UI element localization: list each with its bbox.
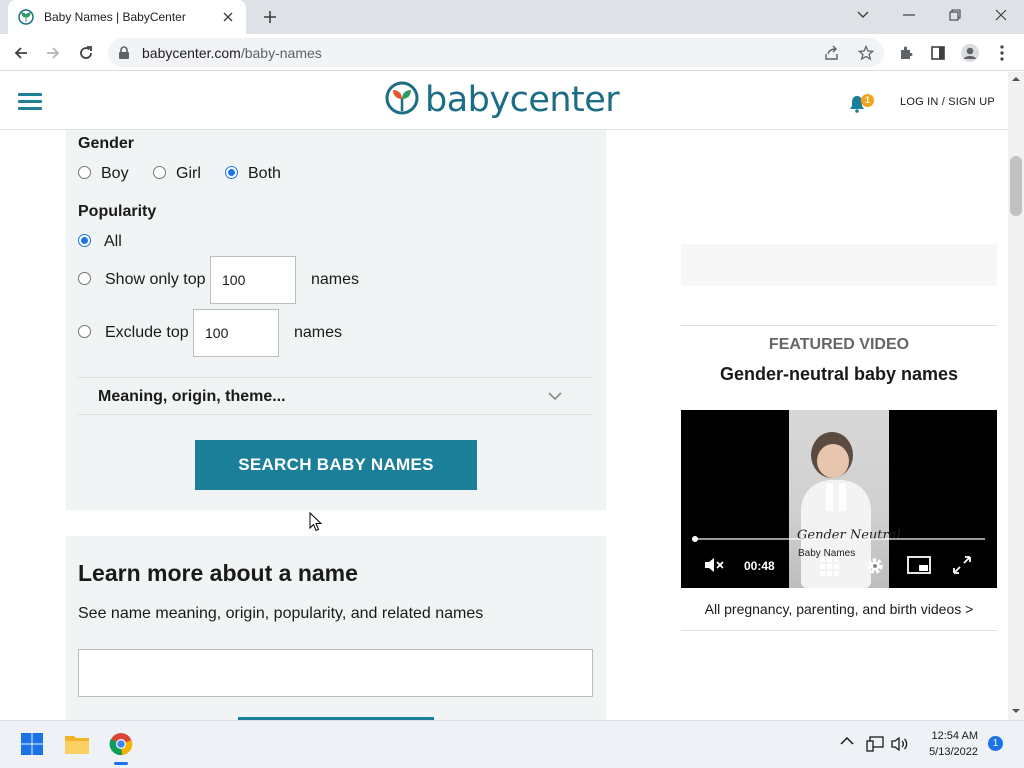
windows-start-icon[interactable] bbox=[18, 730, 46, 758]
hamburger-menu-icon[interactable] bbox=[18, 93, 42, 111]
meaning-origin-theme-label: Meaning, origin, theme... bbox=[98, 388, 286, 405]
gender-boy-radio[interactable] bbox=[78, 166, 91, 179]
chrome-icon[interactable] bbox=[107, 730, 135, 758]
minimize-icon[interactable] bbox=[886, 0, 932, 30]
browser-tab[interactable]: Baby Names | BabyCenter bbox=[8, 0, 246, 34]
show-top-names-suffix: names bbox=[311, 271, 360, 288]
browser-toolbar: babycenter.com/baby-names bbox=[0, 34, 1024, 71]
featured-video-label: FEATURED VIDEO bbox=[768, 336, 910, 353]
tab-title: Baby Names | BabyCenter bbox=[44, 10, 186, 24]
back-arrow-icon[interactable] bbox=[8, 40, 34, 66]
chrome-active-indicator bbox=[114, 762, 128, 765]
mute-icon[interactable] bbox=[703, 556, 725, 574]
lock-icon[interactable] bbox=[118, 45, 132, 60]
babycenter-logo[interactable]: babycenter bbox=[385, 80, 620, 120]
grid-icon[interactable] bbox=[819, 556, 839, 576]
chevron-down-icon bbox=[548, 388, 562, 406]
gender-girl-label[interactable]: Girl bbox=[176, 165, 201, 183]
exclude-top-input[interactable]: 100 bbox=[193, 309, 279, 357]
popularity-all-radio[interactable] bbox=[78, 234, 91, 247]
tab-search-chevron-icon[interactable] bbox=[840, 0, 886, 30]
video-player[interactable]: Gender Neutral Baby Names 00:48 bbox=[681, 410, 997, 588]
learn-title: Learn more about a name bbox=[78, 560, 358, 586]
gender-girl-radio[interactable] bbox=[153, 166, 166, 179]
share-icon[interactable] bbox=[822, 43, 842, 63]
exclude-top-label[interactable]: Exclude top bbox=[105, 324, 189, 342]
network-icon[interactable] bbox=[866, 736, 884, 752]
babycenter-favicon-icon bbox=[18, 9, 34, 25]
popularity-label: Popularity bbox=[78, 203, 157, 220]
mouse-cursor-icon bbox=[309, 512, 323, 532]
settings-gear-icon[interactable] bbox=[865, 556, 885, 576]
notification-center-badge[interactable]: 1 bbox=[988, 736, 1003, 751]
show-top-label[interactable]: Show only top bbox=[105, 271, 206, 289]
address-bar[interactable]: babycenter.com/baby-names bbox=[108, 38, 884, 67]
learn-subtitle: See name meaning, origin, popularity, an… bbox=[78, 605, 484, 622]
show-top-radio[interactable] bbox=[78, 272, 91, 285]
exclude-top-names-suffix: names bbox=[294, 324, 343, 341]
fullscreen-icon[interactable] bbox=[953, 556, 971, 574]
file-explorer-icon[interactable] bbox=[63, 730, 91, 758]
profile-avatar-icon[interactable] bbox=[957, 40, 983, 66]
forward-arrow-icon[interactable] bbox=[40, 40, 66, 66]
search-baby-names-button[interactable]: SEARCH BABY NAMES bbox=[195, 440, 477, 490]
login-signup-link[interactable]: LOG IN / SIGN UP bbox=[900, 96, 995, 108]
divider bbox=[681, 325, 997, 326]
close-tab-icon[interactable] bbox=[220, 9, 236, 25]
gender-both-label[interactable]: Both bbox=[248, 165, 281, 183]
gender-boy-label[interactable]: Boy bbox=[101, 165, 129, 183]
logo-text: babycenter bbox=[425, 80, 620, 120]
reload-icon[interactable] bbox=[73, 40, 99, 66]
scroll-up-arrow-icon[interactable] bbox=[1011, 76, 1021, 82]
video-progress-handle[interactable] bbox=[692, 536, 698, 542]
exclude-top-radio[interactable] bbox=[78, 325, 91, 338]
pause-icon[interactable] bbox=[826, 483, 846, 511]
restore-icon[interactable] bbox=[932, 0, 978, 30]
bookmark-star-icon[interactable] bbox=[856, 43, 876, 63]
gender-label: Gender bbox=[78, 135, 135, 152]
video-watermark-script: Gender Neutral bbox=[797, 528, 901, 543]
show-top-input[interactable]: 100 bbox=[210, 256, 296, 304]
close-window-icon[interactable] bbox=[978, 0, 1024, 30]
url-text: babycenter.com/baby-names bbox=[142, 44, 322, 61]
divider bbox=[681, 630, 997, 631]
side-panel-icon[interactable] bbox=[925, 40, 951, 66]
volume-icon[interactable] bbox=[891, 736, 909, 752]
tray-chevron-up-icon[interactable] bbox=[840, 736, 854, 745]
notification-badge: 1 bbox=[861, 94, 874, 107]
meaning-origin-theme-accordion[interactable]: Meaning, origin, theme... bbox=[78, 377, 593, 415]
taskbar-time[interactable]: 12:54 AM bbox=[926, 730, 978, 742]
name-lookup-input[interactable] bbox=[78, 649, 593, 697]
browser-menu-icon[interactable] bbox=[989, 40, 1015, 66]
picture-in-picture-icon[interactable] bbox=[907, 556, 931, 574]
babycenter-logo-icon bbox=[385, 81, 419, 115]
gender-both-radio[interactable] bbox=[225, 166, 238, 179]
video-progress-bar[interactable] bbox=[693, 538, 985, 540]
scroll-down-arrow-icon[interactable] bbox=[1011, 708, 1021, 714]
scrollbar-thumb[interactable] bbox=[1010, 156, 1022, 216]
video-time: 00:48 bbox=[744, 559, 775, 573]
all-videos-link[interactable]: All pregnancy, parenting, and birth vide… bbox=[681, 601, 997, 617]
taskbar-date[interactable]: 5/13/2022 bbox=[920, 746, 978, 758]
browser-tab-bar: Baby Names | BabyCenter bbox=[0, 0, 1024, 34]
new-tab-icon[interactable] bbox=[258, 6, 282, 28]
featured-video-title[interactable]: Gender-neutral baby names bbox=[681, 364, 997, 385]
ad-placeholder bbox=[681, 244, 997, 286]
extensions-puzzle-icon[interactable] bbox=[893, 40, 919, 66]
popularity-all-label[interactable]: All bbox=[104, 233, 122, 251]
